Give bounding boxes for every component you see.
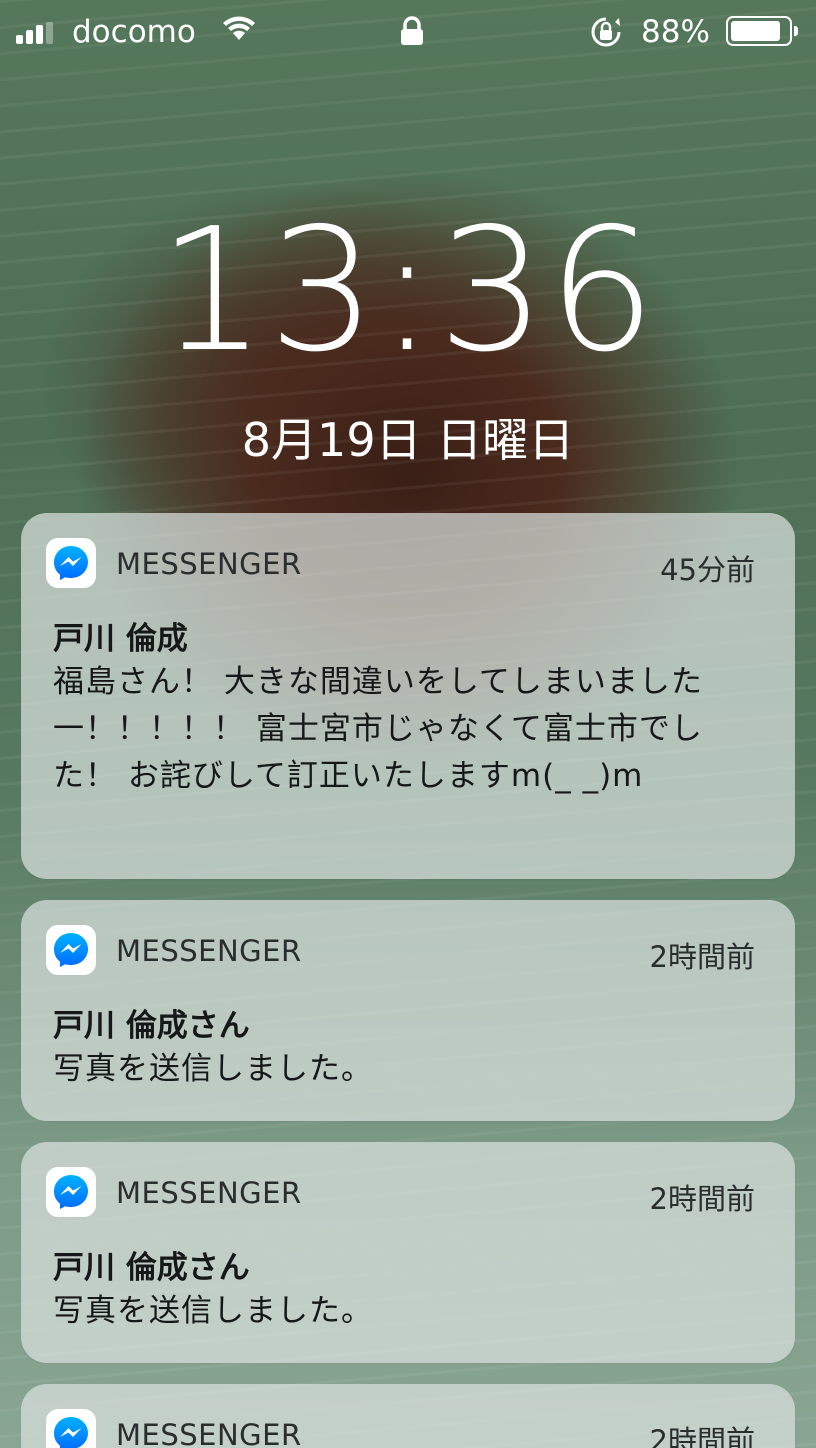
notification-sender: 戸川 倫成さん: [53, 1008, 250, 1044]
notification-card[interactable]: MESSENGER 2時間前: [21, 1384, 795, 1448]
status-bar: docomo 88%: [0, 0, 816, 64]
notification-app-name: MESSENGER: [116, 934, 302, 968]
battery-icon: [726, 16, 798, 46]
messenger-app-icon: [46, 538, 96, 588]
notification-card[interactable]: MESSENGER 45分前 戸川 倫成 福島さん！ 大きな間違いをしてしまいま…: [21, 513, 795, 879]
carrier-name: docomo: [72, 14, 196, 50]
lock-screen-time: 13:36: [158, 192, 658, 390]
lock-screen-date: 8月19日 日曜日: [241, 413, 575, 467]
notification-sender: 戸川 倫成: [53, 621, 188, 657]
notification-app-name: MESSENGER: [116, 1176, 302, 1210]
notification-card[interactable]: MESSENGER 2時間前 戸川 倫成さん 写真を送信しました。: [21, 900, 795, 1121]
messenger-app-icon: [46, 1167, 96, 1217]
messenger-app-icon: [46, 925, 96, 975]
wifi-icon: [223, 16, 255, 40]
notification-time: 2時間前: [649, 940, 755, 974]
messenger-app-icon: [46, 1409, 96, 1448]
notification-time: 45分前: [660, 553, 755, 587]
notification-message: 写真を送信しました。: [53, 1293, 373, 1329]
notification-app-name: MESSENGER: [116, 1418, 302, 1448]
notification-sender: 戸川 倫成さん: [53, 1250, 250, 1286]
notification-app-name: MESSENGER: [116, 547, 302, 581]
notification-message: 福島さん！ 大きな間違いをしてしまいました一！！！！！ 富士宮市じゃなくて富士市…: [53, 664, 703, 794]
signal-icon: [16, 22, 54, 44]
lock-icon: [401, 16, 423, 45]
notification-time: 2時間前: [649, 1182, 755, 1216]
notification-time: 2時間前: [649, 1424, 755, 1448]
notification-card[interactable]: MESSENGER 2時間前 戸川 倫成さん 写真を送信しました。: [21, 1142, 795, 1363]
notification-message: 写真を送信しました。: [53, 1051, 373, 1087]
rotation-lock-icon: [591, 17, 621, 47]
battery-fill: [731, 21, 780, 41]
battery-percentage: 88%: [641, 14, 710, 50]
